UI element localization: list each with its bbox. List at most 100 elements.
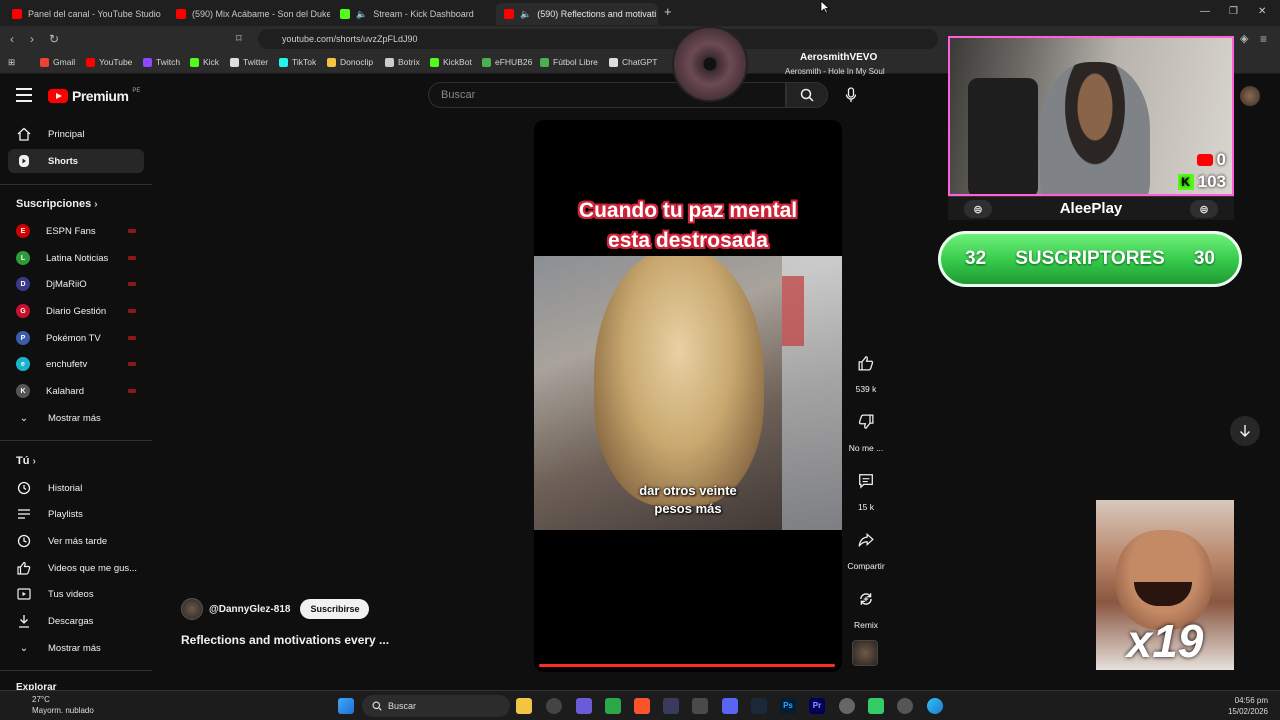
- tab-reflections-active[interactable]: 🔈 (590) Reflections and motivati ✕: [496, 3, 658, 25]
- sidebar-label: Latina Noticias: [46, 252, 109, 264]
- tab-mix[interactable]: (590) Mix Acábame - Son del Duke -: [168, 3, 330, 25]
- sidebar-item-shorts[interactable]: Shorts: [8, 149, 144, 173]
- bookmark-twitter[interactable]: Twitter: [230, 57, 268, 67]
- browser-menu-icon[interactable]: ≡: [1260, 32, 1267, 46]
- sidebar-item-ver-mas-tarde[interactable]: Ver más tarde: [8, 529, 144, 553]
- bookmark-chatgpt[interactable]: ChatGPT: [609, 57, 657, 67]
- maximize-button[interactable]: ❐: [1229, 6, 1238, 17]
- sidebar-label: Principal: [48, 128, 85, 140]
- kickbot-icon: [430, 57, 439, 67]
- region-code: PE: [132, 88, 141, 94]
- sidebar-show-more-subs[interactable]: ⌄ Mostrar más: [8, 406, 144, 430]
- weather-widget[interactable]: 27°C Mayorm. nublado: [14, 694, 94, 716]
- bookmark-donoclip[interactable]: Donoclip: [327, 57, 373, 67]
- bookmark-efhub26[interactable]: eFHUB26: [482, 57, 532, 67]
- sidebar-sub-kalahard[interactable]: K Kalahard: [8, 379, 144, 403]
- tab-youtube-studio[interactable]: Panel del canal - YouTube Studio: [4, 3, 164, 25]
- app-icon[interactable]: [663, 698, 679, 714]
- bookmark-twitch[interactable]: Twitch: [143, 57, 180, 67]
- hamburger-menu-icon[interactable]: [16, 88, 32, 102]
- steam-icon[interactable]: [751, 698, 767, 714]
- sidebar-item-descargas[interactable]: Descargas: [8, 609, 144, 633]
- youtube-play-icon: [48, 89, 68, 103]
- sidebar-show-more-you[interactable]: ⌄ Mostrar más: [8, 636, 144, 660]
- music-track: Aerosmith - Hole In My Soul: [785, 67, 885, 76]
- app-icon[interactable]: [605, 698, 621, 714]
- tab-title: (590) Mix Acábame - Son del Duke -: [192, 9, 330, 19]
- channel-name[interactable]: @DannyGlez-818: [209, 604, 290, 615]
- forward-icon[interactable]: ›: [30, 32, 34, 46]
- reload-icon[interactable]: ↻: [49, 32, 59, 46]
- obs-icon[interactable]: [546, 698, 562, 714]
- sidebar-sub-diario-gestion[interactable]: G Diario Gestión: [8, 299, 144, 323]
- sidebar-item-liked-videos[interactable]: Videos que me gus...: [8, 556, 144, 580]
- bookmark-kickbot[interactable]: KickBot: [430, 57, 472, 67]
- tiktok-icon: [279, 57, 288, 67]
- you-heading[interactable]: Tú ›: [16, 455, 36, 467]
- remix-button[interactable]: Remix: [845, 584, 887, 630]
- bookmark-botrix[interactable]: Botrix: [385, 57, 420, 67]
- tab-kick-dashboard[interactable]: 🔈 Stream - Kick Dashboard: [332, 3, 494, 25]
- system-clock[interactable]: 04:56 pm 15/02/2026: [1228, 695, 1268, 717]
- kick-icon: [340, 9, 350, 19]
- bookmark-kick[interactable]: Kick: [190, 57, 219, 67]
- kick-viewer-count: K 103: [1177, 172, 1226, 192]
- sidebar-item-principal[interactable]: Principal: [8, 122, 144, 146]
- youtube-icon: [504, 9, 514, 19]
- photoshop-icon[interactable]: Ps: [780, 698, 796, 714]
- discord-icon[interactable]: [722, 698, 738, 714]
- video-progress-bar[interactable]: [539, 664, 835, 667]
- close-window-button[interactable]: ✕: [1258, 6, 1266, 17]
- youtube-premium-logo[interactable]: Premium PE: [48, 88, 140, 104]
- dislike-button[interactable]: No me ...: [845, 407, 887, 453]
- file-explorer-icon[interactable]: [516, 698, 532, 714]
- minimize-button[interactable]: —: [1200, 6, 1210, 17]
- subscriptions-heading[interactable]: Suscripciones ›: [16, 198, 98, 210]
- bookmark-icon[interactable]: ⌑: [236, 32, 242, 45]
- live-indicator-icon: [128, 229, 136, 233]
- sidebar-sub-espn-fans[interactable]: E ESPN Fans: [8, 219, 144, 243]
- bookmark-tiktok[interactable]: TikTok: [279, 57, 316, 67]
- windows-start-icon[interactable]: [338, 698, 354, 714]
- channel-avatar: E: [16, 224, 30, 238]
- app-icon[interactable]: [576, 698, 592, 714]
- arrow-down-icon: [1240, 425, 1250, 437]
- subscribe-button[interactable]: Suscribirse: [300, 599, 370, 619]
- brave-browser-icon[interactable]: [634, 698, 650, 714]
- sidebar-sub-latina-noticias[interactable]: L Latina Noticias: [8, 246, 144, 270]
- comments-button[interactable]: 15 k: [845, 466, 887, 512]
- bookmark-youtube[interactable]: YouTube: [86, 57, 132, 67]
- new-tab-button[interactable]: +: [664, 4, 672, 19]
- account-avatar[interactable]: [1240, 86, 1260, 106]
- back-icon[interactable]: ‹: [10, 32, 14, 46]
- sidebar-sub-enchufetv[interactable]: e enchufetv: [8, 352, 144, 376]
- sidebar-item-tus-videos[interactable]: Tus videos: [8, 582, 144, 606]
- sidebar-item-historial[interactable]: Historial: [8, 476, 144, 500]
- history-icon: [16, 480, 32, 496]
- edge-browser-icon[interactable]: [927, 698, 943, 714]
- short-title[interactable]: Reflections and motivations every ...: [181, 633, 389, 647]
- like-button[interactable]: 539 k: [845, 348, 887, 394]
- share-button[interactable]: Compartir: [845, 525, 887, 571]
- apps-icon[interactable]: ⊞: [8, 57, 15, 68]
- next-short-button[interactable]: [1230, 416, 1260, 446]
- explore-heading[interactable]: Explorar: [16, 683, 57, 690]
- calculator-icon[interactable]: [692, 698, 708, 714]
- audio-track-thumbnail[interactable]: [852, 640, 878, 666]
- settings-gear-icon[interactable]: [839, 698, 855, 714]
- media-player-icon[interactable]: [897, 698, 913, 714]
- bookmark-gmail[interactable]: Gmail: [40, 57, 75, 67]
- botrix-icon: [385, 57, 394, 67]
- music-artist: AerosmithVEVO: [800, 52, 878, 63]
- sidebar-sub-djmariio[interactable]: D DjMaRiiO: [8, 272, 144, 296]
- premiere-icon[interactable]: Pr: [809, 698, 825, 714]
- sidebar-item-playlists[interactable]: Playlists: [8, 502, 144, 526]
- extension-icon[interactable]: ◈: [1240, 32, 1248, 45]
- webcam-background: [968, 78, 1038, 194]
- notepad-icon[interactable]: [868, 698, 884, 714]
- sidebar-sub-pokemon-tv[interactable]: P Pokémon TV: [8, 326, 144, 350]
- taskbar-search[interactable]: Buscar: [362, 695, 510, 717]
- channel-avatar[interactable]: [181, 598, 203, 620]
- bookmark-futbol-libre[interactable]: Fútbol Libre: [540, 57, 598, 67]
- shorts-video-player[interactable]: Cuando tu paz mental esta destrosada dar…: [534, 120, 842, 672]
